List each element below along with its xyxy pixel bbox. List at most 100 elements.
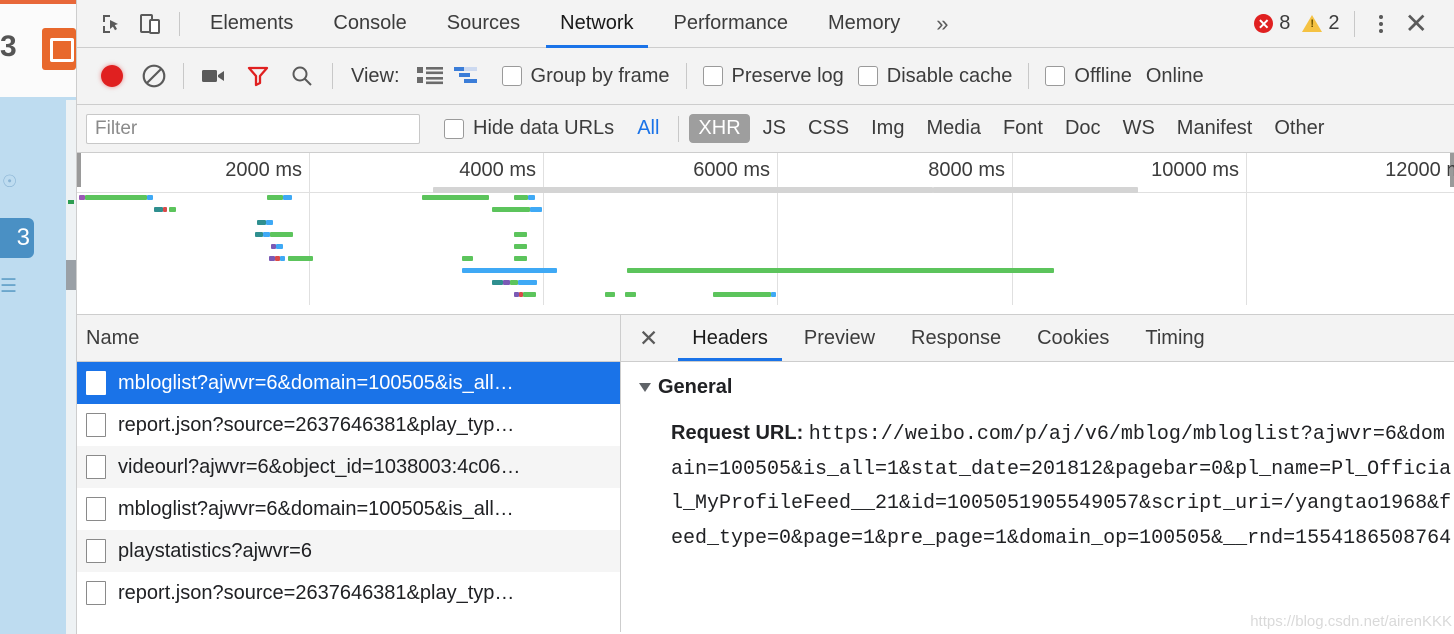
overview-request-bar: [605, 292, 615, 297]
request-column-header[interactable]: Name: [77, 315, 620, 362]
tab-headers[interactable]: Headers: [674, 315, 786, 361]
tabbar-right-group: ✕ 8 2 ✕: [1254, 9, 1454, 38]
tab-performance[interactable]: Performance: [654, 0, 809, 48]
toolbar-divider-two: [332, 63, 333, 89]
table-row[interactable]: report.json?source=2637646381&play_typ…: [77, 404, 620, 446]
table-row[interactable]: mbloglist?ajwvr=6&domain=100505&is_all…: [77, 488, 620, 530]
devtools-window: Elements Console Sources Network Perform…: [76, 0, 1454, 634]
disable-cache-checkbox[interactable]: Disable cache: [857, 65, 1012, 88]
record-button-icon[interactable]: [91, 65, 133, 87]
filter-type-xhr[interactable]: XHR: [689, 114, 750, 143]
search-icon[interactable]: [280, 56, 324, 96]
hide-data-urls-checkbox[interactable]: Hide data URLs: [444, 117, 614, 140]
overview-gray-bar: [933, 187, 1138, 193]
filter-type-js[interactable]: JS: [754, 114, 795, 143]
filter-type-ws[interactable]: WS: [1114, 114, 1164, 143]
overview-gray-bar: [433, 187, 933, 193]
tab-console[interactable]: Console: [313, 0, 426, 48]
error-icon: ✕: [1254, 14, 1274, 33]
tab-elements[interactable]: Elements: [190, 0, 313, 48]
filter-funnel-icon[interactable]: [236, 56, 280, 96]
table-row[interactable]: playstatistics?ajwvr=6: [77, 530, 620, 572]
preserve-log-checkbox[interactable]: Preserve log: [702, 64, 844, 88]
waterfall-view-icon[interactable]: [448, 56, 488, 96]
overview-request-bar: [510, 280, 518, 285]
toggle-device-toolbar-icon[interactable]: [131, 4, 169, 44]
group-by-frame-checkbox[interactable]: Group by frame: [501, 65, 670, 88]
overview-request-bar: [771, 292, 776, 297]
chevron-down-icon: [639, 383, 651, 392]
document-icon: [86, 371, 106, 395]
filter-type-other[interactable]: Other: [1265, 114, 1333, 143]
overview-request-bar: [280, 256, 285, 261]
offline-label: Offline: [1074, 64, 1132, 87]
overview-request-bar: [492, 207, 530, 212]
inspect-element-icon[interactable]: [93, 4, 131, 44]
overview-request-bar: [85, 195, 147, 200]
filter-type-media[interactable]: Media: [917, 114, 989, 143]
clear-icon[interactable]: [133, 63, 175, 89]
general-section-header[interactable]: General: [639, 376, 1454, 399]
offline-box: [1045, 66, 1066, 86]
request-name: videourl?ajwvr=6&object_id=1038003:4c06…: [118, 455, 521, 478]
background-scrollbar-thumb[interactable]: [66, 260, 76, 290]
document-icon: [86, 539, 106, 563]
more-tabs-icon[interactable]: »: [920, 11, 964, 37]
offline-checkbox[interactable]: Offline: [1045, 64, 1132, 88]
warning-icon: [1302, 15, 1323, 32]
details-tab-list: ✕ Headers Preview Response Cookies Timin…: [621, 315, 1454, 362]
overview-left-handle[interactable]: [77, 153, 81, 187]
background-webpage[interactable]: 3 ☉ 3 ☰: [0, 0, 76, 634]
hide-data-urls-box: [444, 118, 464, 139]
table-row[interactable]: videourl?ajwvr=6&object_id=1038003:4c06…: [77, 446, 620, 488]
overview-request-bar: [422, 195, 489, 200]
overview-request-bar: [514, 232, 527, 237]
network-overview-timeline[interactable]: 2000 ms 4000 ms 6000 ms 8000 ms 10000 ms…: [77, 153, 1454, 315]
background-scrollbar[interactable]: [66, 100, 76, 634]
tab-timing[interactable]: Timing: [1127, 315, 1222, 361]
warning-count-group[interactable]: 2: [1302, 12, 1340, 35]
preserve-log-label: Preserve log: [731, 64, 844, 87]
background-badge[interactable]: 3: [0, 218, 34, 258]
tab-preview[interactable]: Preview: [786, 315, 893, 361]
filter-input[interactable]: [86, 113, 420, 144]
overview-request-bar: [625, 292, 636, 297]
kebab-menu-icon[interactable]: [1369, 14, 1393, 33]
background-digit: 3: [0, 30, 17, 63]
overview-request-bar: [514, 195, 528, 200]
tab-network[interactable]: Network: [540, 0, 653, 48]
overview-tick-2000: 2000 ms: [225, 159, 302, 181]
overview-request-bar: [283, 195, 292, 200]
camera-icon[interactable]: [192, 56, 236, 96]
tab-response[interactable]: Response: [893, 315, 1019, 361]
tab-cookies[interactable]: Cookies: [1019, 315, 1127, 361]
overview-request-bar: [163, 207, 167, 212]
details-close-icon[interactable]: ✕: [621, 315, 674, 361]
overview-request-bar: [462, 268, 557, 273]
hide-data-urls-label: Hide data URLs: [473, 117, 615, 139]
filter-type-doc[interactable]: Doc: [1056, 114, 1110, 143]
list-view-icon[interactable]: [412, 56, 448, 96]
throttling-select[interactable]: Online: [1146, 65, 1204, 88]
filter-type-all[interactable]: All: [628, 114, 668, 143]
close-icon[interactable]: ✕: [1393, 9, 1440, 38]
overview-tick-10000: 10000 ms: [1151, 159, 1239, 181]
filter-type-font[interactable]: Font: [994, 114, 1052, 143]
table-row[interactable]: mbloglist?ajwvr=6&domain=100505&is_all…: [77, 362, 620, 404]
error-count-group[interactable]: ✕ 8: [1254, 12, 1290, 35]
filter-type-manifest[interactable]: Manifest: [1168, 114, 1262, 143]
overview-request-bar: [462, 256, 473, 261]
background-glyph-one: ☉: [2, 172, 18, 191]
filter-type-img[interactable]: Img: [862, 114, 913, 143]
request-name: report.json?source=2637646381&play_typ…: [118, 581, 515, 604]
request-name: report.json?source=2637646381&play_typ…: [118, 413, 515, 436]
edit-document-icon[interactable]: [42, 28, 76, 70]
request-name: playstatistics?ajwvr=6: [118, 539, 312, 562]
request-list-panel: Name mbloglist?ajwvr=6&domain=100505&is_…: [77, 315, 621, 632]
background-glyph-two: ☰: [0, 276, 18, 297]
request-details-panel: ✕ Headers Preview Response Cookies Timin…: [621, 315, 1454, 632]
tab-sources[interactable]: Sources: [427, 0, 540, 48]
filter-type-css[interactable]: CSS: [799, 114, 858, 143]
table-row[interactable]: report.json?source=2637646381&play_typ…: [77, 572, 620, 614]
tab-memory[interactable]: Memory: [808, 0, 920, 48]
